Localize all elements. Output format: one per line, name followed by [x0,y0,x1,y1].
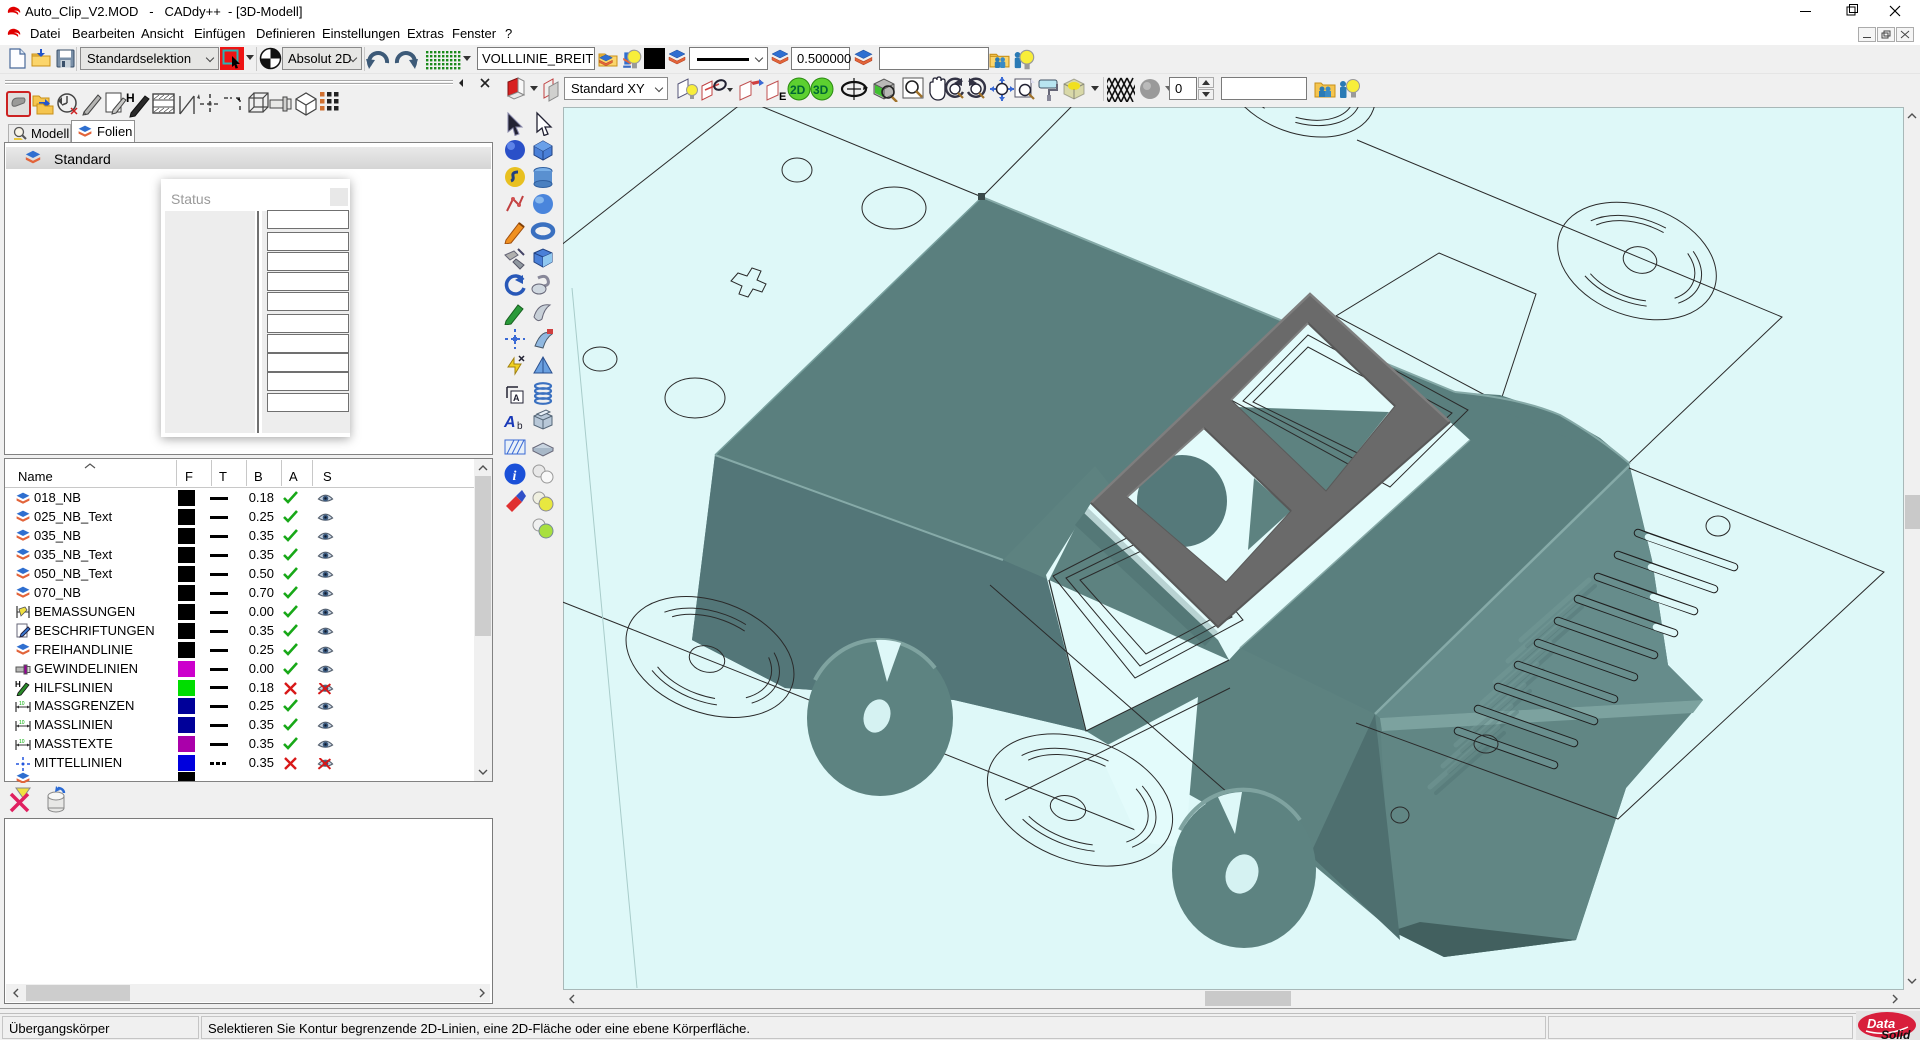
svg-text:Solid: Solid [1881,1028,1911,1040]
svg-text:b: b [517,421,523,432]
svg-text:2D: 2D [790,83,806,97]
svg-text:E: E [779,91,786,102]
svg-text:i: i [513,469,517,484]
svg-text:A: A [503,414,516,431]
svg-text:3D: 3D [813,83,829,97]
svg-text:10: 10 [19,720,25,726]
svg-text:A: A [513,393,520,403]
svg-text:10: 10 [19,739,25,745]
svg-text:10: 10 [19,701,25,707]
svg-text:H: H [126,91,135,105]
svg-text:H: H [15,680,21,689]
